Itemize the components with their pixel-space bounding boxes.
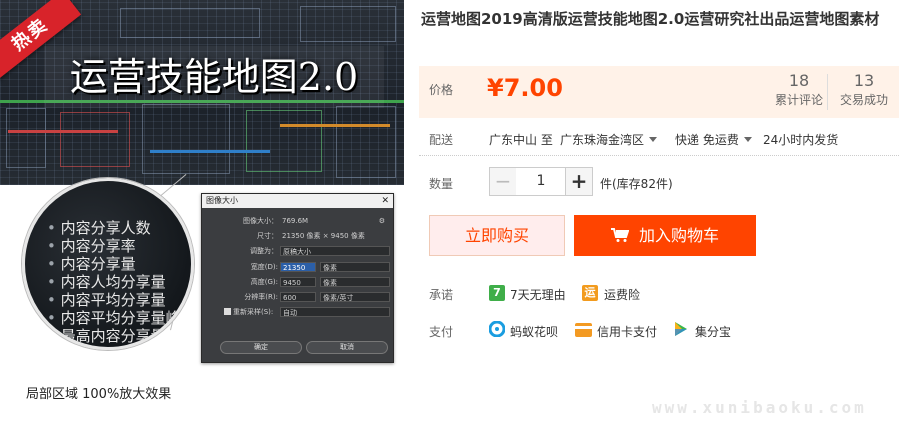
checkbox-icon — [224, 308, 231, 315]
shipping-method: 快递 免运费 — [675, 133, 739, 147]
quantity-label: 数量 — [429, 177, 454, 191]
map-block — [336, 106, 396, 178]
promise-label: 承诺 — [429, 288, 454, 302]
freight-insurance-icon: 运 — [582, 285, 598, 301]
dialog-title: 图像大小 — [206, 196, 238, 205]
reviews-count: 18 — [788, 71, 810, 90]
gear-icon[interactable]: ⚙ — [379, 216, 385, 226]
height-label: 高度(G): — [250, 278, 278, 286]
map-block — [246, 110, 322, 172]
magnified-list-item: 内容平均分享量峰 — [47, 309, 181, 327]
deals-stat[interactable]: 13 交易成功 — [833, 71, 895, 109]
chevron-down-icon — [743, 137, 752, 142]
resolution-input[interactable]: 600 — [280, 292, 316, 302]
map-block — [6, 108, 46, 168]
resolution-label: 分辨率(R): — [244, 293, 278, 301]
payment-method-jifenbao[interactable]: 集分宝 — [695, 323, 731, 340]
payment-method-huabei[interactable]: 蚂蚁花呗 — [510, 323, 558, 340]
quantity-increase-button[interactable]: + — [565, 167, 593, 196]
buy-now-button[interactable]: 立即购买 — [429, 215, 565, 256]
seven-day-return-text[interactable]: 7天无理由 — [510, 286, 566, 303]
reviews-stat[interactable]: 18 累计评论 — [771, 71, 827, 109]
resolution-row: 分辨率(R): 600 像素/英寸 — [202, 292, 393, 302]
credit-card-icon — [575, 322, 592, 341]
image-size-row: 图像大小： 769.6M ⚙ — [202, 216, 393, 226]
jifenbao-icon — [673, 321, 689, 341]
deals-count: 13 — [853, 71, 875, 90]
image-size-value: 769.6M — [282, 217, 309, 225]
resample-row: 重新采样(S): 自动 — [202, 307, 393, 317]
deals-label: 交易成功 — [839, 93, 888, 107]
quantity-decrease-button[interactable]: − — [489, 167, 517, 196]
image-size-dialog: 图像大小 ✕ 图像大小： 769.6M ⚙ 尺寸： 21350 像素 × 945… — [201, 193, 394, 363]
price-box: 价格 ¥7.00 18 累计评论 13 交易成功 — [419, 66, 899, 118]
payment-label: 支付 — [429, 325, 454, 339]
map-block — [300, 6, 396, 42]
magnified-list-item: 内容人均分享量 — [47, 273, 181, 291]
stat-divider — [827, 74, 828, 110]
price-value: ¥7.00 — [487, 74, 563, 102]
magnified-list-item: 内容分享量 — [47, 255, 181, 273]
product-title: 运营地图2019高清版运营技能地图2.0运营研究社出品运营地图素材 — [421, 10, 880, 28]
watermark: www.xunibaoku.com — [652, 398, 867, 417]
width-input[interactable]: 21350 — [280, 262, 316, 272]
magnified-list-item: 内容平均分享量 — [47, 291, 181, 309]
payment-method-credit-card[interactable]: 信用卡支付 — [597, 323, 657, 340]
chevron-down-icon — [649, 137, 658, 142]
huabei-icon — [488, 320, 506, 341]
shipping-method-select[interactable]: 快递 免运费 — [675, 131, 752, 148]
add-to-cart-button[interactable]: 加入购物车 — [574, 215, 756, 256]
seven-day-return-icon: 7 — [489, 285, 505, 301]
shipping-destination-select[interactable]: 广东珠海金湾区 — [560, 131, 658, 148]
image-size-label: 图像大小： — [243, 217, 278, 225]
close-icon[interactable]: ✕ — [381, 194, 389, 208]
zoom-caption: 局部区域 100%放大效果 — [26, 387, 172, 402]
shipping-from: 广东中山 至 — [489, 133, 553, 147]
magnifier-circle: 内容分享人数内容分享率内容分享量内容人均分享量内容平均分享量内容平均分享量峰最高… — [22, 178, 194, 350]
magnified-list: 内容分享人数内容分享率内容分享量内容人均分享量内容平均分享量内容平均分享量峰最高… — [47, 219, 181, 345]
map-stripe — [8, 130, 118, 133]
price-label: 价格 — [429, 83, 454, 97]
map-block — [120, 8, 260, 38]
resolution-unit-select[interactable]: 像素/英寸 — [320, 292, 390, 302]
magnified-list-item: 内容分享率 — [47, 237, 181, 255]
ok-button[interactable]: 确定 — [220, 341, 302, 354]
adjust-row: 调整为： 原稿大小 — [202, 246, 393, 256]
map-stripe — [150, 150, 270, 153]
adjust-select[interactable]: 原稿大小 — [280, 246, 390, 256]
map-block — [142, 104, 230, 174]
width-row: 宽度(D): 21350 像素 — [202, 262, 393, 272]
dispatch-time: 24小时内发货 — [763, 133, 839, 147]
magnified-list-item: 最高内容分享量 — [47, 327, 181, 345]
banner-image: 热卖 运营技能地图2.0 — [0, 0, 404, 185]
height-row: 高度(G): 9450 像素 — [202, 277, 393, 287]
shipping-destination: 广东珠海金湾区 — [560, 133, 645, 147]
quantity-input[interactable]: 1 — [516, 167, 566, 196]
banner-title: 运营技能地图2.0 — [44, 46, 384, 108]
dialog-titlebar: 图像大小 ✕ — [202, 194, 393, 208]
resample-label: 重新采样(S): — [233, 308, 274, 316]
dimensions-row: 尺寸： 21350 像素 × 9450 像素 — [202, 231, 393, 241]
magnified-list-item: 内容分享人数 — [47, 219, 181, 237]
adjust-label: 调整为： — [250, 247, 278, 255]
shipping-label: 配送 — [429, 133, 454, 147]
width-label: 宽度(D): — [250, 263, 278, 271]
height-input[interactable]: 9450 — [280, 277, 316, 287]
resample-select[interactable]: 自动 — [280, 307, 390, 317]
freight-insurance-text[interactable]: 运费险 — [604, 286, 640, 303]
reviews-label: 累计评论 — [774, 93, 823, 107]
map-block — [60, 112, 130, 167]
width-unit-select[interactable]: 像素 — [320, 262, 390, 272]
resample-checkbox[interactable]: 重新采样(S): — [224, 307, 273, 317]
map-stripe — [280, 124, 390, 127]
divider — [419, 155, 899, 156]
dimensions-label: 尺寸： — [257, 232, 278, 240]
product-image: 热卖 运营技能地图2.0 内容分享人数内容分享率内容分享量内容人均分享量内容平均… — [0, 0, 404, 421]
height-unit-select[interactable]: 像素 — [320, 277, 390, 287]
cart-icon — [610, 216, 630, 242]
dimensions-value: 21350 像素 × 9450 像素 — [282, 232, 365, 240]
add-to-cart-label: 加入购物车 — [638, 226, 719, 245]
stock-text: 件(库存82件) — [600, 177, 673, 191]
cancel-button[interactable]: 取消 — [306, 341, 388, 354]
